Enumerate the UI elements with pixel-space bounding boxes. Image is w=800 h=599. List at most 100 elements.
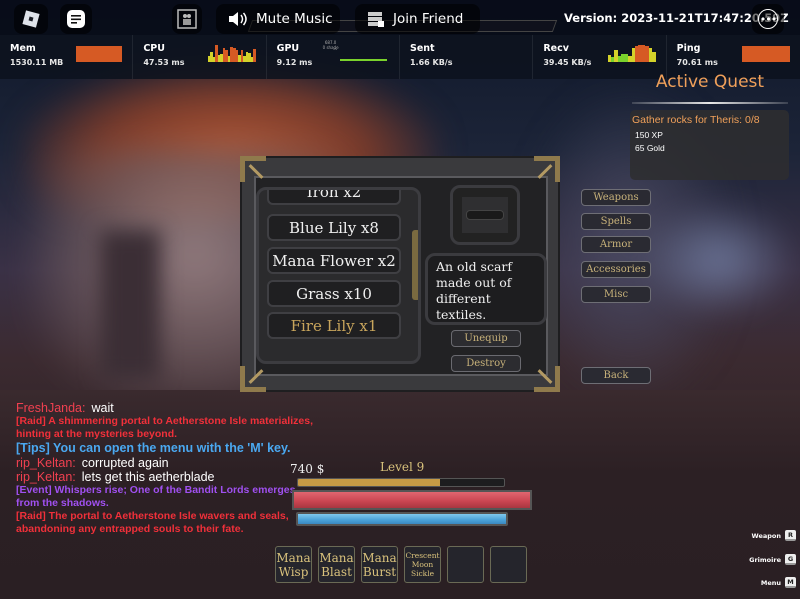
chat-log: FreshJanda: wait [Raid] A shimmering porta…: [16, 401, 316, 536]
caret-up-icon: ^: [332, 48, 338, 55]
stat-sent[interactable]: Sent 1.66 KB/s: [400, 35, 534, 79]
quest-reward-xp: 150 XP: [635, 130, 663, 140]
more-icon: •••: [758, 9, 778, 29]
hotbar-slot-5[interactable]: [447, 546, 484, 583]
stat-name: CPU: [143, 43, 165, 54]
inventory-item[interactable]: Mana Flower x2: [267, 247, 401, 274]
emote-icon: [177, 9, 197, 29]
stat-name: Mem: [10, 43, 36, 54]
key-m-icon: M: [785, 577, 796, 588]
inventory-scrollbar[interactable]: [412, 230, 418, 300]
keybind-label: Grimoire: [749, 555, 781, 564]
chat-message: [Raid] A shimmering portal to Aetherston…: [16, 415, 313, 440]
stat-name: GPU: [276, 43, 300, 54]
stat-name: Sent: [409, 43, 435, 54]
emote-button[interactable]: [172, 4, 202, 34]
stat-value: 70.61 ms: [676, 58, 718, 67]
xp-bar-fill: [298, 479, 441, 486]
scarf-icon: [466, 210, 504, 220]
hotbar-slot-4[interactable]: Crescent Moon Sickle: [404, 546, 441, 583]
stat-name: Recv: [543, 43, 569, 54]
stat-value: 39.45 KB/s: [543, 58, 592, 67]
chat-username[interactable]: rip_Keltan:: [16, 470, 76, 484]
mute-music-label: Mute Music: [256, 11, 333, 27]
inventory-item[interactable]: Iron x2: [267, 190, 401, 205]
category-accessories-button[interactable]: Accessories: [581, 261, 651, 278]
speaker-icon: [229, 12, 247, 26]
hotbar-slot-2[interactable]: Mana Blast: [318, 546, 355, 583]
inventory-item[interactable]: Grass x10: [267, 280, 401, 307]
inventory-item[interactable]: Blue Lily x8: [267, 214, 401, 241]
keybind-menu: Menu M: [761, 577, 796, 588]
chat-message: rip_Keltan: corrupted again: [16, 456, 316, 470]
category-misc-button[interactable]: Misc: [581, 286, 651, 303]
chat-text: corrupted again: [81, 456, 169, 470]
chat-username[interactable]: rip_Keltan:: [16, 456, 76, 470]
hotbar-slot-1[interactable]: Mana Wisp: [275, 546, 312, 583]
keybind-label: Weapon: [751, 531, 781, 540]
stat-name: Ping: [676, 43, 701, 54]
money-label: 740 $: [290, 462, 325, 476]
ornament-corner-icon: [534, 156, 560, 182]
graph-bar: [253, 49, 256, 62]
selected-item-preview: [450, 185, 520, 245]
chat-message: FreshJanda: wait: [16, 401, 316, 415]
unequip-button[interactable]: Unequip: [451, 330, 521, 347]
level-label: Level 9: [380, 460, 425, 474]
category-weapons-button[interactable]: Weapons: [581, 189, 651, 206]
spell-hotbar: Mana Wisp Mana Blast Mana Burst Crescent…: [275, 546, 527, 583]
gpu-graph: [339, 59, 387, 61]
quest-card: Gather rocks for Theris: 0/8 150 XP 65 G…: [630, 110, 789, 180]
stat-gpu[interactable]: GPU 9.12 ms 687.0 0 shade ^: [267, 35, 400, 79]
ornament-corner-icon: [240, 156, 266, 182]
more-options-button[interactable]: •••: [752, 4, 784, 34]
hotbar-slot-6[interactable]: [490, 546, 527, 583]
active-quest-title: Active Quest: [655, 72, 765, 92]
chat-icon: [67, 10, 85, 28]
join-friend-button[interactable]: Join Friend: [355, 4, 480, 34]
hotbar-slot-3[interactable]: Mana Burst: [361, 546, 398, 583]
mana-bar-fill: [298, 514, 506, 524]
chat-message: [Raid] The portal to Aetherstone Isle wa…: [16, 510, 289, 535]
category-armor-button[interactable]: Armor: [581, 236, 651, 253]
stat-value: 9.12 ms: [276, 58, 313, 67]
chat-text: lets get this aetherblade: [81, 470, 215, 484]
mana-bar: [296, 512, 508, 526]
mem-graph: [76, 46, 123, 62]
stat-mem[interactable]: Mem 1530.11 MB: [0, 35, 134, 79]
category-spells-button[interactable]: Spells: [581, 213, 651, 230]
destroy-button[interactable]: Destroy: [451, 355, 521, 372]
xp-bar: [297, 478, 505, 487]
inventory-list[interactable]: Iron x2 Blue Lily x8 Mana Flower x2 Gras…: [256, 187, 421, 364]
top-bar: Mute Music Join Friend Version: 2023-11-…: [0, 0, 800, 35]
quest-name: Gather rocks for Theris: 0/8: [632, 114, 760, 126]
inventory-item-selected[interactable]: Fire Lily x1: [267, 312, 401, 339]
key-r-icon: R: [785, 530, 796, 541]
roblox-logo-icon: [22, 10, 40, 28]
roblox-menu-button[interactable]: [14, 4, 48, 34]
chat-message: [Tips] You can open the menu with the 'M…: [16, 441, 291, 455]
keybind-label: Menu: [760, 578, 781, 587]
server-icon: [368, 12, 384, 27]
key-g-icon: G: [785, 554, 796, 565]
chat-username[interactable]: FreshJanda:: [16, 401, 85, 415]
stat-value: 47.53 ms: [143, 58, 185, 67]
chat-message: rip_Keltan: lets get this aetherblade: [16, 470, 316, 484]
keybind-grimoire: Grimoire G: [749, 554, 796, 565]
cpu-graph: [207, 45, 256, 62]
back-button[interactable]: Back: [581, 367, 651, 384]
quest-divider: [632, 102, 788, 104]
keybind-weapon: Weapon R: [752, 530, 796, 541]
recv-graph: [607, 45, 656, 62]
ornament-corner-icon: [240, 366, 266, 392]
mute-music-button[interactable]: Mute Music: [216, 4, 340, 34]
ping-graph: [741, 46, 790, 62]
stat-cpu[interactable]: CPU 47.53 ms: [133, 35, 267, 79]
chat-toggle-button[interactable]: [60, 4, 92, 34]
item-description: An old scarf made out of different texti…: [425, 253, 547, 325]
health-bar-fill: [294, 492, 530, 508]
graph-bar: [652, 51, 656, 62]
quest-reward-gold: 65 Gold: [635, 143, 665, 153]
join-friend-label: Join Friend: [393, 11, 464, 27]
chat-message: [Event] Whispers rise; One of the Bandit…: [16, 484, 296, 509]
